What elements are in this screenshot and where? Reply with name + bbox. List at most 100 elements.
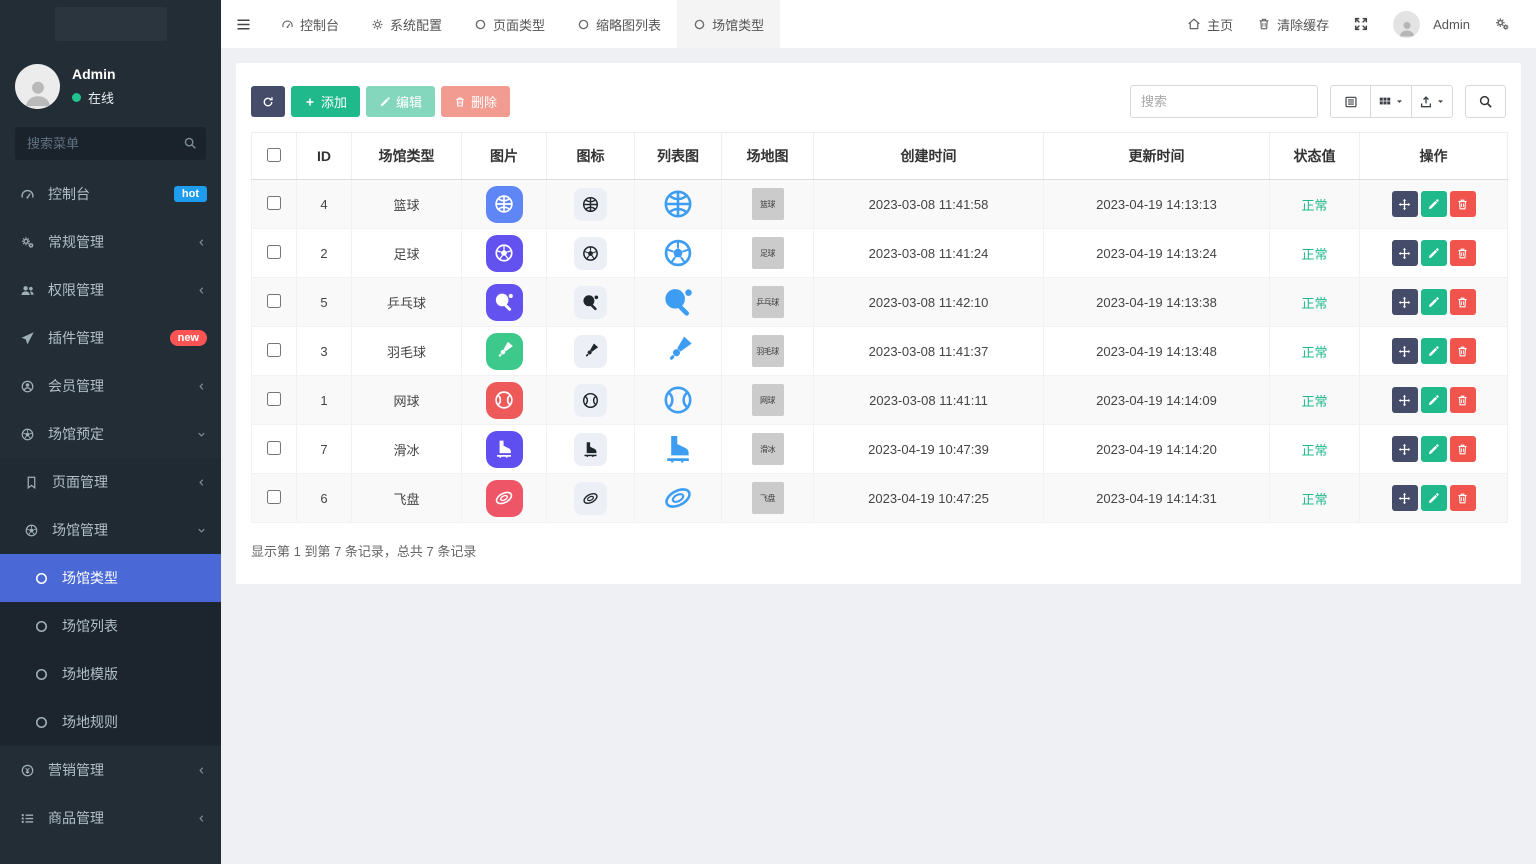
row-checkbox[interactable] [267, 392, 281, 406]
search-button[interactable] [1465, 85, 1506, 118]
venue-image[interactable] [486, 333, 523, 370]
row-checkbox[interactable] [267, 196, 281, 210]
add-button[interactable]: 添加 [291, 86, 360, 117]
admin-dropdown[interactable]: Admin [1381, 0, 1482, 48]
move-button[interactable] [1392, 485, 1418, 511]
venue-icon[interactable] [574, 335, 607, 368]
venue-list-image[interactable] [661, 334, 695, 368]
column-header-操作[interactable]: 操作 [1360, 133, 1508, 180]
edit-row-button[interactable] [1421, 485, 1447, 511]
venue-image[interactable] [486, 284, 523, 321]
tab-缩略图列表[interactable]: 缩略图列表 [561, 0, 677, 48]
row-checkbox[interactable] [267, 441, 281, 455]
venue-list-image[interactable] [661, 481, 695, 515]
edit-row-button[interactable] [1421, 191, 1447, 217]
edit-row-button[interactable] [1421, 338, 1447, 364]
detail-view-button[interactable] [1330, 85, 1371, 118]
venue-image[interactable] [486, 431, 523, 468]
sidebar-item-控制台[interactable]: 控制台hot [0, 170, 221, 218]
settings-button[interactable] [1482, 0, 1522, 48]
delete-row-button[interactable] [1450, 338, 1476, 364]
sidebar-item-权限管理[interactable]: 权限管理 [0, 266, 221, 314]
venue-list-image[interactable] [661, 432, 695, 466]
column-header-状态值[interactable]: 状态值 [1270, 133, 1360, 180]
move-button[interactable] [1392, 387, 1418, 413]
venue-court-image[interactable]: 乒乓球 [752, 286, 784, 318]
delete-row-button[interactable] [1450, 485, 1476, 511]
column-header-场馆类型[interactable]: 场馆类型 [352, 133, 462, 180]
column-header-ID[interactable]: ID [297, 133, 352, 180]
tab-系统配置[interactable]: 系统配置 [355, 0, 458, 48]
venue-court-image[interactable]: 滑冰 [752, 433, 784, 465]
select-all-checkbox[interactable] [267, 148, 281, 162]
delete-row-button[interactable] [1450, 240, 1476, 266]
venue-image[interactable] [486, 382, 523, 419]
row-checkbox[interactable] [267, 343, 281, 357]
tab-页面类型[interactable]: 页面类型 [458, 0, 561, 48]
venue-image[interactable] [486, 186, 523, 223]
column-header-图片[interactable]: 图片 [462, 133, 547, 180]
venue-image[interactable] [486, 235, 523, 272]
venue-icon[interactable] [574, 482, 607, 515]
sidebar-item-场馆预定[interactable]: 场馆预定 [0, 410, 221, 458]
edit-row-button[interactable] [1421, 387, 1447, 413]
move-button[interactable] [1392, 338, 1418, 364]
export-button[interactable] [1412, 85, 1453, 118]
venue-icon[interactable] [574, 433, 607, 466]
move-button[interactable] [1392, 191, 1418, 217]
tab-场馆类型[interactable]: 场馆类型 [677, 0, 780, 48]
venue-list-image[interactable] [661, 187, 695, 221]
delete-row-button[interactable] [1450, 387, 1476, 413]
sidebar-toggle-icon[interactable] [221, 0, 265, 48]
venue-icon[interactable] [574, 384, 607, 417]
venue-list-image[interactable] [661, 236, 695, 270]
home-link[interactable]: 主页 [1175, 0, 1245, 48]
move-button[interactable] [1392, 240, 1418, 266]
delete-button[interactable]: 删除 [441, 86, 510, 117]
row-checkbox[interactable] [267, 294, 281, 308]
delete-row-button[interactable] [1450, 436, 1476, 462]
sidebar-item-场馆类型[interactable]: 场馆类型 [0, 554, 221, 602]
sidebar-item-场地模版[interactable]: 场地模版 [0, 650, 221, 698]
edit-button[interactable]: 编辑 [366, 86, 435, 117]
venue-image[interactable] [486, 480, 523, 517]
column-header-创建时间[interactable]: 创建时间 [814, 133, 1044, 180]
column-header-图标[interactable]: 图标 [547, 133, 635, 180]
sidebar-item-常规管理[interactable]: 常规管理 [0, 218, 221, 266]
row-checkbox[interactable] [267, 245, 281, 259]
refresh-button[interactable] [251, 86, 285, 117]
venue-icon[interactable] [574, 286, 607, 319]
sidebar-item-场馆列表[interactable]: 场馆列表 [0, 602, 221, 650]
venue-court-image[interactable]: 网球 [752, 384, 784, 416]
venue-list-image[interactable] [661, 285, 695, 319]
sidebar-item-营销管理[interactable]: 营销管理 [0, 746, 221, 794]
row-checkbox[interactable] [267, 490, 281, 504]
venue-court-image[interactable]: 飞盘 [752, 482, 784, 514]
sidebar-item-页面管理[interactable]: 页面管理 [0, 458, 221, 506]
venue-icon[interactable] [574, 237, 607, 270]
move-button[interactable] [1392, 436, 1418, 462]
edit-row-button[interactable] [1421, 289, 1447, 315]
column-header-列表图[interactable]: 列表图 [635, 133, 722, 180]
move-button[interactable] [1392, 289, 1418, 315]
venue-court-image[interactable]: 篮球 [752, 188, 784, 220]
edit-row-button[interactable] [1421, 436, 1447, 462]
sidebar-item-商品管理[interactable]: 商品管理 [0, 794, 221, 842]
sidebar-item-场地规则[interactable]: 场地规则 [0, 698, 221, 746]
table-search-input[interactable] [1130, 85, 1318, 118]
clear-cache-link[interactable]: 清除缓存 [1245, 0, 1341, 48]
menu-search-input[interactable] [15, 127, 206, 160]
fullscreen-button[interactable] [1341, 0, 1381, 48]
venue-court-image[interactable]: 羽毛球 [752, 335, 784, 367]
delete-row-button[interactable] [1450, 191, 1476, 217]
delete-row-button[interactable] [1450, 289, 1476, 315]
venue-list-image[interactable] [661, 383, 695, 417]
column-header-场地图[interactable]: 场地图 [722, 133, 814, 180]
columns-button[interactable] [1371, 85, 1412, 118]
venue-icon[interactable] [574, 188, 607, 221]
column-header-更新时间[interactable]: 更新时间 [1044, 133, 1270, 180]
venue-court-image[interactable]: 足球 [752, 237, 784, 269]
edit-row-button[interactable] [1421, 240, 1447, 266]
sidebar-item-插件管理[interactable]: 插件管理new [0, 314, 221, 362]
sidebar-item-场馆管理[interactable]: 场馆管理 [0, 506, 221, 554]
